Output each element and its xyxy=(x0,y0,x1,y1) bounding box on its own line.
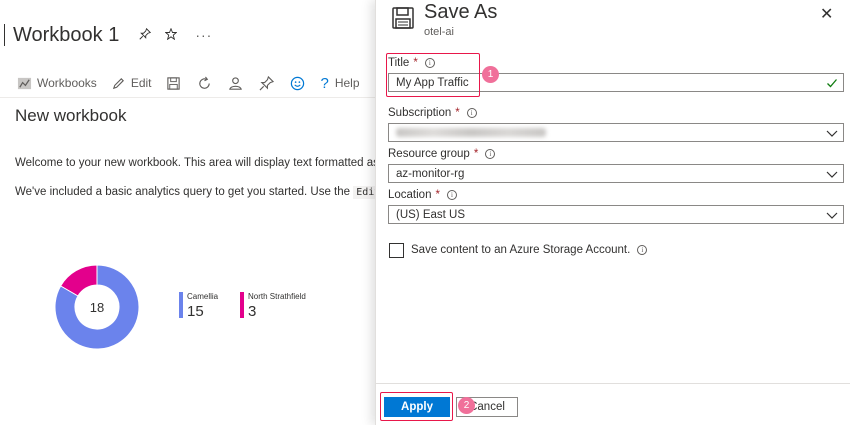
help-icon: ? xyxy=(320,74,329,92)
edit-code-snippet: Edit xyxy=(353,186,375,199)
info-icon[interactable]: i xyxy=(485,149,496,159)
workbook-heading: New workbook xyxy=(15,106,127,125)
workbooks-button[interactable]: Workbooks xyxy=(17,76,97,91)
query-text-prefix: We've included a basic analytics query t… xyxy=(15,186,354,198)
legend-swatch-camellia xyxy=(179,292,183,318)
pin-toolbar-icon[interactable] xyxy=(259,75,274,91)
blade-title: Save As xyxy=(424,1,498,23)
toolbar-divider xyxy=(0,97,375,98)
donut-total: 18 xyxy=(89,299,105,315)
more-options-icon[interactable]: ··· xyxy=(195,27,212,43)
info-icon[interactable]: i xyxy=(424,58,435,68)
footer-divider xyxy=(376,383,850,384)
feedback-smiley-icon[interactable] xyxy=(290,76,305,91)
share-icon[interactable] xyxy=(228,76,243,91)
required-marker: * xyxy=(413,57,418,69)
info-icon[interactable]: i xyxy=(446,190,457,200)
storage-checkbox-label: Save content to an Azure Storage Account… xyxy=(411,244,648,256)
legend-label-camellia: Camellia xyxy=(187,292,219,301)
subscription-dropdown[interactable] xyxy=(388,123,844,142)
legend-swatch-north-strathfield xyxy=(240,292,244,318)
star-icon[interactable] xyxy=(164,27,178,43)
workbooks-label: Workbooks xyxy=(37,76,97,90)
legend-value-camellia: 15 xyxy=(187,303,204,320)
resource-group-label-text: Resource group xyxy=(388,148,470,160)
apply-button[interactable]: Apply xyxy=(384,397,450,417)
step-2-badge: 2 xyxy=(458,397,475,414)
legend-label-north-strathfield: North Strathfield xyxy=(248,292,306,301)
location-label-text: Location xyxy=(388,189,432,201)
subscription-field-label: Subscription * i xyxy=(388,107,477,119)
help-button[interactable]: ? Help xyxy=(321,75,360,92)
title-input-value: My App Traffic xyxy=(396,76,469,89)
edit-label: Edit xyxy=(130,76,152,90)
title-field-label: Title * i xyxy=(388,57,435,69)
legend-value-north-strathfield: 3 xyxy=(248,303,257,320)
workbook-query-text: We've included a basic analytics query t… xyxy=(15,186,375,199)
title-label-text: Title xyxy=(388,57,410,69)
info-icon[interactable]: i xyxy=(466,108,477,118)
resource-group-value: az-monitor-rg xyxy=(396,167,465,180)
resource-group-field-label: Resource group * i xyxy=(388,148,496,160)
blade-subtitle: otel-ai xyxy=(424,26,454,38)
required-marker: * xyxy=(473,148,479,160)
close-icon[interactable]: ✕ xyxy=(820,4,833,24)
location-value: (US) East US xyxy=(396,208,466,221)
refresh-icon[interactable] xyxy=(197,76,212,91)
workbook-toolbar: Workbooks Edit ? Help xyxy=(17,71,374,95)
required-marker: * xyxy=(455,107,460,119)
chevron-down-icon xyxy=(826,212,838,219)
step-1-badge: 1 xyxy=(482,66,499,83)
required-marker: * xyxy=(435,189,440,201)
title-input[interactable]: My App Traffic xyxy=(388,73,844,92)
edit-button[interactable]: Edit xyxy=(111,76,152,91)
save-as-blade: Save As otel-ai ✕ Title * i My App Traff… xyxy=(375,0,850,425)
save-icon[interactable] xyxy=(166,76,181,91)
save-icon-large xyxy=(392,7,414,29)
subscription-value-redacted xyxy=(396,128,546,137)
title-separator xyxy=(4,24,5,46)
workbook-pane: Workbook 1 ··· Workbooks Edit ? Help New… xyxy=(0,0,375,425)
storage-checkbox[interactable] xyxy=(389,243,404,258)
storage-checkbox-text: Save content to an Azure Storage Account… xyxy=(411,244,631,256)
workbook-title: Workbook 1 xyxy=(13,23,120,46)
pin-icon[interactable] xyxy=(139,27,152,43)
chevron-down-icon xyxy=(826,171,838,178)
workbook-title-bar: Workbook 1 ··· xyxy=(0,20,212,50)
resource-group-dropdown[interactable]: az-monitor-rg xyxy=(388,164,844,183)
chevron-down-icon xyxy=(826,130,838,137)
pencil-icon xyxy=(112,77,124,89)
location-dropdown[interactable]: (US) East US xyxy=(388,205,844,224)
workbooks-icon xyxy=(17,77,32,89)
checkmark-icon xyxy=(827,79,837,88)
location-field-label: Location * i xyxy=(388,189,457,201)
subscription-label-text: Subscription xyxy=(388,107,452,119)
workbook-intro-text: Welcome to your new workbook. This area … xyxy=(15,157,375,169)
help-label: Help xyxy=(334,76,360,90)
info-icon[interactable]: i xyxy=(637,245,648,255)
legend-item-north-strathfield: North Strathfield 3 xyxy=(240,292,306,320)
legend-item-camellia: Camellia 15 xyxy=(179,292,218,320)
